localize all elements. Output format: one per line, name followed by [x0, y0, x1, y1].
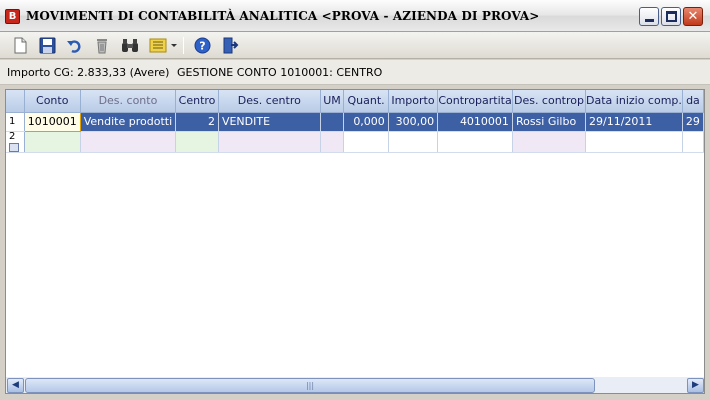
movements-grid[interactable]: Conto Des. conto Centro Des. centro UM Q…	[5, 89, 705, 378]
minimize-icon	[645, 19, 654, 22]
minimize-button[interactable]	[639, 7, 659, 26]
cell-conto-empty[interactable]	[24, 131, 81, 153]
info-bar: Importo CG: 2.833,33 (Avere) GESTIONE CO…	[0, 60, 710, 85]
column-header-centro[interactable]: Centro	[175, 90, 219, 113]
exit-icon	[223, 37, 238, 54]
cell-contropartita-empty[interactable]	[437, 131, 513, 153]
save-button[interactable]	[36, 35, 58, 56]
undo-button[interactable]	[63, 35, 85, 56]
app-icon: B	[5, 9, 20, 24]
find-button[interactable]	[119, 35, 141, 56]
column-header-des-conto[interactable]: Des. conto	[80, 90, 177, 113]
cell-quant[interactable]: 0,000	[343, 112, 389, 132]
toolbar-separator	[183, 37, 184, 54]
column-header-importo[interactable]: Importo	[388, 90, 439, 113]
chevron-left-icon: ◀	[12, 380, 19, 390]
scroll-right-button[interactable]: ▶	[687, 378, 704, 393]
cell-da-empty[interactable]	[682, 131, 704, 153]
row-number: 2	[9, 131, 16, 142]
maximize-button[interactable]	[661, 7, 681, 26]
cell-des-conto[interactable]: Vendite prodotti	[80, 112, 177, 132]
undo-icon	[67, 40, 81, 53]
new-document-icon	[14, 37, 27, 54]
horizontal-scrollbar[interactable]: ◀ ||| ▶	[5, 377, 705, 394]
new-button[interactable]	[9, 35, 31, 56]
movements-table: Conto Des. conto Centro Des. centro UM Q…	[6, 90, 704, 153]
cell-data-inizio[interactable]: 29/11/2011	[585, 112, 683, 132]
column-header-conto[interactable]: Conto	[24, 90, 81, 113]
table-row-new[interactable]: 2	[6, 131, 704, 153]
cell-contropartita[interactable]: 4010001	[437, 112, 513, 132]
cell-des-centro[interactable]: VENDITE	[218, 112, 321, 132]
toolbar: ?	[0, 32, 710, 59]
column-header-da[interactable]: da	[682, 90, 704, 113]
column-header-des-centro[interactable]: Des. centro	[218, 90, 321, 113]
column-header-des-controp[interactable]: Des. controp	[512, 90, 587, 113]
grid-header-row: Conto Des. conto Centro Des. centro UM Q…	[6, 90, 704, 113]
grip-icon: |||	[305, 381, 315, 390]
delete-icon	[97, 39, 107, 54]
scrollbar-thumb[interactable]: |||	[25, 378, 595, 393]
chevron-right-icon: ▶	[692, 380, 699, 390]
delete-button[interactable]	[91, 35, 113, 56]
cell-des-controp-empty[interactable]	[512, 131, 587, 153]
cell-quant-empty[interactable]	[343, 131, 389, 153]
maximize-icon	[666, 11, 677, 22]
cell-des-conto-empty[interactable]	[80, 131, 177, 153]
list-options-icon	[149, 38, 177, 53]
row-number: 1	[6, 112, 25, 132]
cell-um[interactable]	[320, 112, 345, 132]
table-row[interactable]: 1 1010001 Vendite prodotti 2 VENDITE 0,0…	[6, 111, 704, 132]
cell-data-inizio-empty[interactable]	[585, 131, 683, 153]
gestione-conto-label: GESTIONE CONTO 1010001: CENTRO	[177, 66, 383, 79]
list-options-button[interactable]	[148, 35, 178, 56]
cell-importo[interactable]: 300,00	[388, 112, 439, 132]
column-header-contropartita[interactable]: Contropartita	[437, 90, 513, 113]
help-icon: ?	[194, 37, 210, 54]
close-button[interactable]: ✕	[683, 7, 703, 26]
cell-importo-empty[interactable]	[388, 131, 439, 153]
row-header-corner	[6, 90, 25, 113]
cell-centro-empty[interactable]	[175, 131, 219, 153]
cell-um-empty[interactable]	[320, 131, 345, 153]
column-header-quant[interactable]: Quant.	[343, 90, 389, 113]
column-header-data-inizio[interactable]: Data inizio comp.	[585, 90, 683, 113]
close-icon: ✕	[687, 9, 699, 24]
help-button[interactable]: ?	[191, 35, 213, 56]
cell-centro[interactable]: 2	[175, 112, 219, 132]
cell-des-centro-empty[interactable]	[218, 131, 321, 153]
cell-da[interactable]: 29	[682, 112, 704, 132]
title-bar: B MOVIMENTI DI CONTABILITÀ ANALITICA <PR…	[0, 0, 710, 32]
window-title: MOVIMENTI DI CONTABILITÀ ANALITICA <PROV…	[26, 9, 540, 23]
exit-button[interactable]	[219, 35, 241, 56]
save-icon	[39, 37, 55, 54]
svg-text:?: ?	[199, 40, 205, 53]
new-row-header: 2	[6, 131, 25, 153]
cell-conto[interactable]: 1010001	[23, 111, 81, 132]
find-icon	[122, 39, 138, 52]
importo-cg-label: Importo CG: 2.833,33 (Avere)	[7, 66, 170, 79]
new-row-icon	[9, 142, 19, 151]
scroll-left-button[interactable]: ◀	[7, 378, 24, 393]
column-header-um[interactable]: UM	[320, 90, 345, 113]
cell-des-controp[interactable]: Rossi Gilbo	[512, 112, 587, 132]
